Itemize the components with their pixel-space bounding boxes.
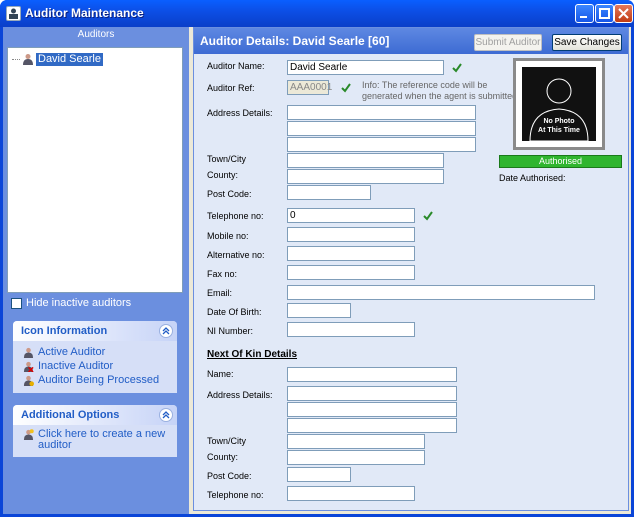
icon-info-processing: Auditor Being Processed xyxy=(13,373,177,387)
county-field[interactable] xyxy=(287,169,444,184)
telephone-label: Telephone no: xyxy=(207,211,264,221)
telephone-field[interactable]: 0 xyxy=(287,208,415,223)
ref-info-line1: Info: The reference code will be xyxy=(362,80,488,90)
active-auditor-icon xyxy=(23,347,34,358)
check-icon xyxy=(423,211,433,221)
kin-postcode-label: Post Code: xyxy=(207,471,252,481)
postcode-field[interactable] xyxy=(287,185,371,200)
auditor-name-field[interactable]: David Searle xyxy=(287,60,444,75)
date-authorised-label: Date Authorised: xyxy=(499,173,566,183)
photo-line1: No Photo xyxy=(543,118,574,125)
fax-label: Fax no: xyxy=(207,269,238,279)
ni-number-field[interactable] xyxy=(287,322,415,337)
address-label: Address Details: xyxy=(207,108,273,118)
fax-field[interactable] xyxy=(287,265,415,280)
icon-info-processing-label: Auditor Being Processed xyxy=(38,374,160,386)
photo-line2: At This Time xyxy=(538,127,580,134)
status-badge: Authorised xyxy=(499,155,622,168)
check-icon xyxy=(452,63,462,73)
close-button[interactable] xyxy=(614,4,633,23)
kin-county-field[interactable] xyxy=(287,450,425,465)
title-bar[interactable]: Auditor Maintenance xyxy=(0,0,634,27)
save-changes-button[interactable]: Save Changes xyxy=(552,34,622,51)
kin-address-label: Address Details: xyxy=(207,390,273,400)
kin-name-label: Name: xyxy=(207,369,234,379)
ni-label: NI Number: xyxy=(207,326,254,336)
auditor-ref-field[interactable]: AAA0001 xyxy=(287,80,332,95)
additional-options-header[interactable]: Additional Options xyxy=(13,405,177,425)
window-title: Auditor Maintenance xyxy=(25,6,144,20)
dob-label: Date Of Birth: xyxy=(207,307,262,317)
icon-info-inactive: Inactive Auditor xyxy=(13,359,177,373)
ref-info-text: Info: The reference code will be generat… xyxy=(362,80,520,102)
kin-telephone-label: Telephone no: xyxy=(207,490,264,500)
processing-auditor-icon xyxy=(23,375,34,386)
tree-item-david-searle[interactable]: David Searle xyxy=(12,52,103,66)
collapse-icon[interactable] xyxy=(159,324,173,338)
kin-town-label: Town/City xyxy=(207,436,247,446)
checkbox-box[interactable] xyxy=(11,297,22,309)
app-icon xyxy=(6,6,21,21)
icon-info-active: Active Auditor xyxy=(13,345,177,359)
mobile-field[interactable] xyxy=(287,227,415,242)
name-label: Auditor Name: xyxy=(207,61,265,71)
ref-label: Auditor Ref: xyxy=(207,83,255,93)
dob-field[interactable] xyxy=(287,303,351,318)
icon-info-active-label: Active Auditor xyxy=(38,346,106,358)
town-label: Town/City xyxy=(207,154,247,164)
kin-postcode-field[interactable] xyxy=(287,467,351,482)
address-line1-field[interactable] xyxy=(287,105,476,120)
active-auditor-icon xyxy=(23,54,33,65)
hide-inactive-checkbox[interactable]: Hide inactive auditors xyxy=(11,297,131,309)
kin-town-field[interactable] xyxy=(287,434,425,449)
additional-options-title: Additional Options xyxy=(21,409,120,421)
kin-address-line1-field[interactable] xyxy=(287,386,457,401)
town-field[interactable] xyxy=(287,153,444,168)
icon-info-inactive-label: Inactive Auditor xyxy=(38,360,114,372)
ref-info-line2: generated when the agent is submitted. xyxy=(362,91,520,101)
check-icon xyxy=(341,83,351,93)
kin-address-line2-field[interactable] xyxy=(287,402,457,417)
address-line3-field[interactable] xyxy=(287,137,476,152)
email-label: Email: xyxy=(207,288,233,298)
minimize-button[interactable] xyxy=(575,4,594,23)
postcode-label: Post Code: xyxy=(207,189,252,199)
client-area: Auditors David Searle Hide inactive audi… xyxy=(3,27,631,514)
icon-information-group: Icon Information Active Auditor Inactive… xyxy=(13,321,177,393)
additional-options-group: Additional Options Click here to create … xyxy=(13,405,177,457)
collapse-icon[interactable] xyxy=(159,408,173,422)
kin-county-label: County: xyxy=(207,452,239,462)
details-heading-text: Auditor Details: David Searle [60] xyxy=(200,34,390,48)
kin-address-line3-field[interactable] xyxy=(287,418,457,433)
inactive-auditor-icon xyxy=(23,361,34,372)
icon-information-header[interactable]: Icon Information xyxy=(13,321,177,341)
icon-information-title: Icon Information xyxy=(21,325,108,337)
auditors-tree[interactable]: David Searle xyxy=(7,47,183,293)
mobile-label: Mobile no: xyxy=(207,231,249,241)
create-auditor-link-line2: auditor xyxy=(38,439,72,451)
alternative-field[interactable] xyxy=(287,246,415,261)
auditors-header: Auditors xyxy=(3,27,189,45)
auditor-details-panel: Auditor Details: David Searle [60] Submi… xyxy=(193,27,629,511)
alternative-label: Alternative no: xyxy=(207,250,265,260)
email-field[interactable] xyxy=(287,285,595,300)
submit-auditor-button[interactable]: Submit Auditor xyxy=(474,34,542,51)
auditor-photo: No Photo At This Time xyxy=(513,58,605,150)
add-auditor-icon xyxy=(23,429,34,440)
next-of-kin-title: Next Of Kin Details xyxy=(207,349,298,360)
kin-name-field[interactable] xyxy=(287,367,457,382)
kin-telephone-field[interactable] xyxy=(287,486,415,501)
maximize-button[interactable] xyxy=(595,4,614,23)
create-auditor-link[interactable]: Click here to create a new auditor xyxy=(13,429,177,451)
county-label: County: xyxy=(207,170,239,180)
address-line2-field[interactable] xyxy=(287,121,476,136)
no-photo-icon: No Photo At This Time xyxy=(522,67,596,142)
auditor-maintenance-window: Auditor Maintenance Auditors David Searl… xyxy=(0,0,634,517)
tree-item-label: David Searle xyxy=(36,52,103,66)
auditors-panel: Auditors David Searle Hide inactive audi… xyxy=(3,27,189,514)
hide-inactive-label: Hide inactive auditors xyxy=(26,297,132,309)
